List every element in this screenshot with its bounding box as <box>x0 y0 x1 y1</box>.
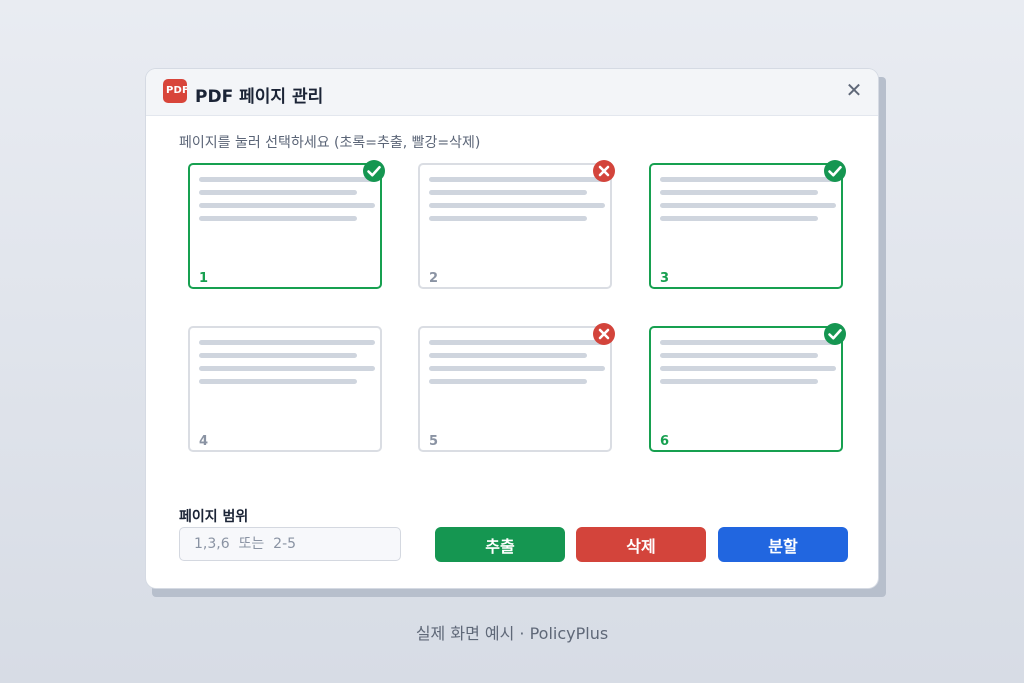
pdf-page-manager-dialog: PDF PDF 페이지 관리 ✕ 페이지를 눌러 선택하세요 (초록=추출, 빨… <box>146 69 878 588</box>
text-line <box>660 366 836 371</box>
page-thumbnail-2[interactable]: 2 <box>418 160 615 289</box>
page-number: 3 <box>660 271 670 286</box>
page-thumbnail-6[interactable]: 6 <box>649 323 846 452</box>
text-line <box>660 379 818 384</box>
caption-text: 실제 화면 예시 · PolicyPlus <box>415 624 609 643</box>
text-line <box>429 216 587 221</box>
page-range-input[interactable] <box>179 527 401 561</box>
x-circle-icon <box>593 323 615 345</box>
text-line <box>660 216 818 221</box>
check-circle-icon <box>824 323 846 345</box>
text-line <box>199 203 375 208</box>
check-circle-icon <box>824 160 846 182</box>
extract-button[interactable]: 추출 <box>435 527 565 562</box>
page-number: 4 <box>199 434 209 449</box>
page-thumbnail-5[interactable]: 5 <box>418 323 615 452</box>
page-number: 2 <box>429 271 439 286</box>
pdf-logo-icon: PDF <box>163 79 187 103</box>
delete-button[interactable]: 삭제 <box>576 527 706 562</box>
page-thumbnail-4[interactable]: 4 <box>188 326 382 452</box>
text-line <box>660 203 836 208</box>
close-icon[interactable]: ✕ <box>844 80 864 100</box>
text-line <box>429 190 587 195</box>
text-line <box>429 379 587 384</box>
text-line <box>429 203 605 208</box>
page-number: 6 <box>660 434 670 449</box>
text-line <box>199 353 357 358</box>
text-line <box>199 340 375 345</box>
page-number: 5 <box>429 434 439 449</box>
text-line <box>429 177 605 182</box>
text-line <box>660 340 836 345</box>
text-line <box>199 177 375 182</box>
text-line <box>660 177 836 182</box>
text-line <box>199 216 357 221</box>
dialog-titlebar: PDF PDF 페이지 관리 ✕ <box>146 69 878 116</box>
page-range-label: 페이지 범위 <box>179 509 249 525</box>
x-circle-icon <box>593 160 615 182</box>
text-line <box>199 190 357 195</box>
text-line <box>660 353 818 358</box>
text-line <box>660 190 818 195</box>
dialog-title: PDF 페이지 관리 <box>195 87 324 107</box>
text-line <box>429 353 587 358</box>
page-number: 1 <box>199 271 209 286</box>
pdf-logo-text: PDF <box>166 85 187 96</box>
check-circle-icon <box>363 160 385 182</box>
text-line <box>199 379 357 384</box>
page-thumbnail-1[interactable]: 1 <box>188 160 385 289</box>
text-line <box>429 366 605 371</box>
split-button[interactable]: 분할 <box>718 527 848 562</box>
text-line <box>199 366 375 371</box>
text-line <box>429 340 605 345</box>
page-thumbnail-3[interactable]: 3 <box>649 160 846 289</box>
instruction-text: 페이지를 눌러 선택하세요 (초록=추출, 빨강=삭제) <box>179 135 481 151</box>
